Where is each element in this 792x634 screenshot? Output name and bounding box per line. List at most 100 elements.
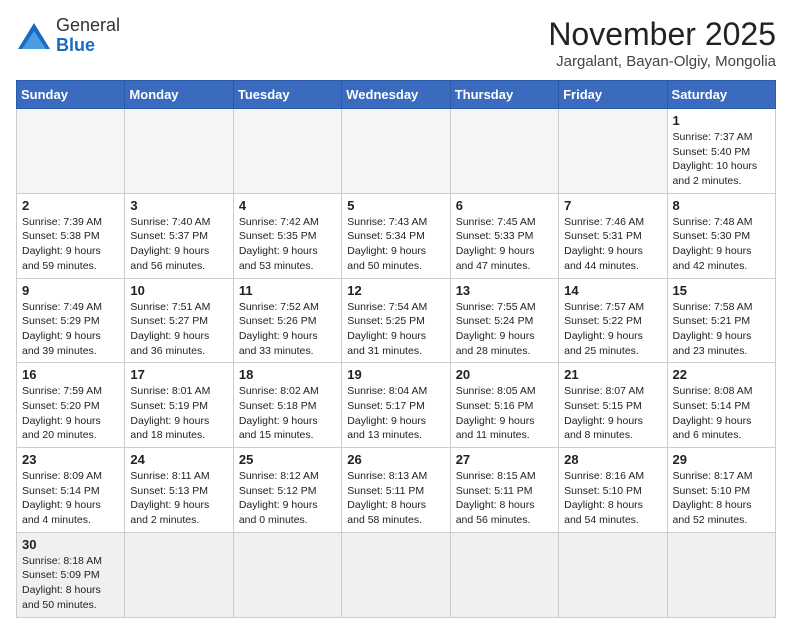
calendar-cell: 13 Sunrise: 7:55 AM Sunset: 5:24 PM Dayli… <box>450 278 558 363</box>
day-info: Sunrise: 8:13 AM Sunset: 5:11 PM Dayligh… <box>347 469 444 528</box>
calendar-cell <box>667 532 775 617</box>
weekday-header-saturday: Saturday <box>667 81 775 109</box>
calendar-cell <box>125 532 233 617</box>
calendar-cell: 25Sunrise: 8:12 AM Sunset: 5:12 PM Dayli… <box>233 448 341 533</box>
day-number: 1 <box>673 113 770 128</box>
day-number: 14 <box>564 283 661 298</box>
calendar-cell <box>233 532 341 617</box>
calendar-cell: 11Sunrise: 7:52 AM Sunset: 5:26 PM Dayli… <box>233 278 341 363</box>
day-number: 6 <box>456 198 553 213</box>
day-info: Sunrise: 8:02 AM Sunset: 5:18 PM Dayligh… <box>239 384 336 443</box>
calendar-cell: 23Sunrise: 8:09 AM Sunset: 5:14 PM Dayli… <box>17 448 125 533</box>
day-info: Sunrise: 8:05 AM Sunset: 5:16 PM Dayligh… <box>456 384 553 443</box>
calendar-cell: 14 Sunrise: 7:57 AM Sunset: 5:22 PM Dayli… <box>559 278 667 363</box>
day-number: 20 <box>456 367 553 382</box>
calendar-cell: 24 Sunrise: 8:11 AM Sunset: 5:13 PM Dayli… <box>125 448 233 533</box>
calendar-cell: 17 Sunrise: 8:01 AM Sunset: 5:19 PM Dayli… <box>125 363 233 448</box>
calendar-table: SundayMondayTuesdayWednesdayThursdayFrid… <box>16 80 776 618</box>
calendar-cell: 26Sunrise: 8:13 AM Sunset: 5:11 PM Dayli… <box>342 448 450 533</box>
logo: General Blue <box>16 16 120 56</box>
day-info: Sunrise: 8:16 AM Sunset: 5:10 PM Dayligh… <box>564 469 661 528</box>
day-number: 29 <box>673 452 770 467</box>
calendar-week-row: 23Sunrise: 8:09 AM Sunset: 5:14 PM Dayli… <box>17 448 776 533</box>
calendar-cell <box>125 109 233 194</box>
day-info: Sunrise: 8:18 AM Sunset: 5:09 PM Dayligh… <box>22 554 119 613</box>
calendar-cell: 10 Sunrise: 7:51 AM Sunset: 5:27 PM Dayli… <box>125 278 233 363</box>
day-info: Sunrise: 8:08 AM Sunset: 5:14 PM Dayligh… <box>673 384 770 443</box>
calendar-cell <box>233 109 341 194</box>
weekday-header-thursday: Thursday <box>450 81 558 109</box>
day-info: Sunrise: 7:45 AM Sunset: 5:33 PM Dayligh… <box>456 215 553 274</box>
day-number: 16 <box>22 367 119 382</box>
calendar-cell: 28Sunrise: 8:16 AM Sunset: 5:10 PM Dayli… <box>559 448 667 533</box>
day-info: Sunrise: 7:39 AM Sunset: 5:38 PM Dayligh… <box>22 215 119 274</box>
day-info: Sunrise: 7:49 AM Sunset: 5:29 PM Dayligh… <box>22 300 119 359</box>
calendar-cell: 1 Sunrise: 7:37 AM Sunset: 5:40 PM Daylig… <box>667 109 775 194</box>
calendar-cell: 30 Sunrise: 8:18 AM Sunset: 5:09 PM Dayli… <box>17 532 125 617</box>
day-number: 8 <box>673 198 770 213</box>
day-info: Sunrise: 7:54 AM Sunset: 5:25 PM Dayligh… <box>347 300 444 359</box>
day-number: 2 <box>22 198 119 213</box>
calendar-cell: 19Sunrise: 8:04 AM Sunset: 5:17 PM Dayli… <box>342 363 450 448</box>
calendar-cell: 18Sunrise: 8:02 AM Sunset: 5:18 PM Dayli… <box>233 363 341 448</box>
calendar-week-row: 1 Sunrise: 7:37 AM Sunset: 5:40 PM Daylig… <box>17 109 776 194</box>
calendar-cell <box>342 532 450 617</box>
weekday-header-friday: Friday <box>559 81 667 109</box>
day-number: 21 <box>564 367 661 382</box>
day-info: Sunrise: 8:07 AM Sunset: 5:15 PM Dayligh… <box>564 384 661 443</box>
day-info: Sunrise: 7:51 AM Sunset: 5:27 PM Dayligh… <box>130 300 227 359</box>
calendar-cell: 22Sunrise: 8:08 AM Sunset: 5:14 PM Dayli… <box>667 363 775 448</box>
day-info: Sunrise: 7:46 AM Sunset: 5:31 PM Dayligh… <box>564 215 661 274</box>
day-number: 3 <box>130 198 227 213</box>
day-number: 13 <box>456 283 553 298</box>
day-number: 11 <box>239 283 336 298</box>
day-number: 15 <box>673 283 770 298</box>
day-info: Sunrise: 7:40 AM Sunset: 5:37 PM Dayligh… <box>130 215 227 274</box>
day-number: 23 <box>22 452 119 467</box>
calendar-cell: 15 Sunrise: 7:58 AM Sunset: 5:21 PM Dayli… <box>667 278 775 363</box>
day-number: 10 <box>130 283 227 298</box>
calendar-cell: 16 Sunrise: 7:59 AM Sunset: 5:20 PM Dayli… <box>17 363 125 448</box>
day-info: Sunrise: 7:57 AM Sunset: 5:22 PM Dayligh… <box>564 300 661 359</box>
day-number: 7 <box>564 198 661 213</box>
day-info: Sunrise: 7:42 AM Sunset: 5:35 PM Dayligh… <box>239 215 336 274</box>
day-info: Sunrise: 8:17 AM Sunset: 5:10 PM Dayligh… <box>673 469 770 528</box>
calendar-cell <box>450 532 558 617</box>
day-info: Sunrise: 7:37 AM Sunset: 5:40 PM Dayligh… <box>673 130 770 189</box>
month-year: November 2025 <box>548 16 776 53</box>
day-number: 17 <box>130 367 227 382</box>
calendar-cell: 5Sunrise: 7:43 AM Sunset: 5:34 PM Daylig… <box>342 193 450 278</box>
day-info: Sunrise: 8:01 AM Sunset: 5:19 PM Dayligh… <box>130 384 227 443</box>
day-number: 27 <box>456 452 553 467</box>
day-number: 9 <box>22 283 119 298</box>
calendar-cell: 3 Sunrise: 7:40 AM Sunset: 5:37 PM Daylig… <box>125 193 233 278</box>
calendar-week-row: 9 Sunrise: 7:49 AM Sunset: 5:29 PM Daylig… <box>17 278 776 363</box>
day-number: 24 <box>130 452 227 467</box>
calendar-cell <box>559 109 667 194</box>
logo-icon <box>16 21 52 51</box>
location: Jargalant, Bayan-Olgiy, Mongolia <box>548 53 776 70</box>
day-info: Sunrise: 8:04 AM Sunset: 5:17 PM Dayligh… <box>347 384 444 443</box>
calendar-cell <box>17 109 125 194</box>
calendar-cell: 4 Sunrise: 7:42 AM Sunset: 5:35 PM Daylig… <box>233 193 341 278</box>
weekday-header-sunday: Sunday <box>17 81 125 109</box>
weekday-header-monday: Monday <box>125 81 233 109</box>
day-info: Sunrise: 7:59 AM Sunset: 5:20 PM Dayligh… <box>22 384 119 443</box>
calendar-week-row: 16 Sunrise: 7:59 AM Sunset: 5:20 PM Dayli… <box>17 363 776 448</box>
day-number: 30 <box>22 537 119 552</box>
weekday-header-row: SundayMondayTuesdayWednesdayThursdayFrid… <box>17 81 776 109</box>
day-info: Sunrise: 7:55 AM Sunset: 5:24 PM Dayligh… <box>456 300 553 359</box>
calendar-cell: 8Sunrise: 7:48 AM Sunset: 5:30 PM Daylig… <box>667 193 775 278</box>
day-number: 4 <box>239 198 336 213</box>
calendar-cell: 29 Sunrise: 8:17 AM Sunset: 5:10 PM Dayli… <box>667 448 775 533</box>
calendar-cell: 12 Sunrise: 7:54 AM Sunset: 5:25 PM Dayli… <box>342 278 450 363</box>
day-info: Sunrise: 8:11 AM Sunset: 5:13 PM Dayligh… <box>130 469 227 528</box>
day-info: Sunrise: 8:15 AM Sunset: 5:11 PM Dayligh… <box>456 469 553 528</box>
calendar-week-row: 30 Sunrise: 8:18 AM Sunset: 5:09 PM Dayli… <box>17 532 776 617</box>
day-number: 12 <box>347 283 444 298</box>
day-info: Sunrise: 7:43 AM Sunset: 5:34 PM Dayligh… <box>347 215 444 274</box>
calendar-cell: 2 Sunrise: 7:39 AM Sunset: 5:38 PM Daylig… <box>17 193 125 278</box>
day-info: Sunrise: 7:58 AM Sunset: 5:21 PM Dayligh… <box>673 300 770 359</box>
weekday-header-tuesday: Tuesday <box>233 81 341 109</box>
title-block: November 2025 Jargalant, Bayan-Olgiy, Mo… <box>548 16 776 70</box>
